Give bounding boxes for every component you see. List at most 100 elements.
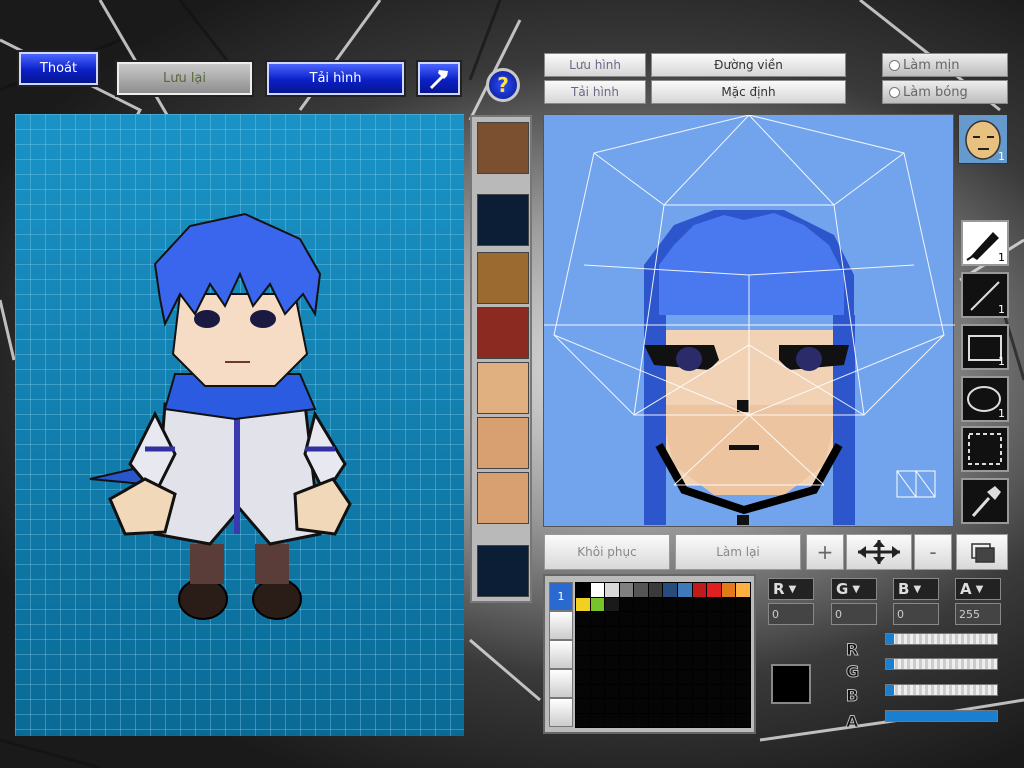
palette-swatch[interactable] xyxy=(736,670,750,684)
alpha-value-field[interactable]: 255 xyxy=(955,603,1001,625)
palette-swatch[interactable] xyxy=(736,612,750,626)
palette-swatch[interactable] xyxy=(590,670,605,684)
palette-swatch[interactable] xyxy=(663,699,678,713)
eyedropper-tool[interactable] xyxy=(961,478,1009,524)
palette-swatch[interactable] xyxy=(648,583,663,597)
palette-swatch[interactable] xyxy=(590,655,605,669)
palette-swatch[interactable] xyxy=(736,713,750,727)
palette-swatch[interactable] xyxy=(736,583,750,597)
zoom-in-button[interactable]: + xyxy=(806,534,844,570)
red-channel-dropdown[interactable]: R ▼ xyxy=(768,578,814,600)
palette-swatch[interactable] xyxy=(590,713,605,727)
palette-swatch[interactable] xyxy=(678,699,692,713)
palette-swatch[interactable] xyxy=(605,612,619,626)
palette-swatch[interactable] xyxy=(619,655,634,669)
palette-swatch[interactable] xyxy=(692,597,707,611)
palette-swatch[interactable] xyxy=(707,655,721,669)
palette-swatch[interactable] xyxy=(648,597,663,611)
palette-swatch[interactable] xyxy=(634,597,648,611)
palette-swatch[interactable] xyxy=(663,612,678,626)
part-slot-hat[interactable] xyxy=(477,252,529,304)
palette-swatch[interactable] xyxy=(619,597,634,611)
default-tab[interactable]: Mặc định xyxy=(651,80,846,104)
part-slot-empty[interactable] xyxy=(477,194,529,246)
palette-swatch[interactable] xyxy=(648,670,663,684)
palette-swatch[interactable] xyxy=(707,699,721,713)
palette-swatch[interactable] xyxy=(605,626,619,640)
texture-editor-canvas[interactable] xyxy=(543,114,955,527)
save-button[interactable]: Lưu lại xyxy=(115,60,254,97)
palette-swatch[interactable] xyxy=(692,626,707,640)
pen-tool[interactable]: 1 xyxy=(961,220,1009,266)
palette-swatch[interactable] xyxy=(605,583,619,597)
load-image-tab[interactable]: Tải hình xyxy=(544,80,646,104)
palette-swatch[interactable] xyxy=(663,597,678,611)
palette-swatch[interactable] xyxy=(634,641,648,655)
palette-tab-5[interactable] xyxy=(549,698,573,727)
palette-swatch[interactable] xyxy=(692,641,707,655)
part-slot-face-sad[interactable] xyxy=(477,362,529,414)
red-slider[interactable] xyxy=(885,633,998,645)
palette-swatch[interactable] xyxy=(736,626,750,640)
palette-swatch[interactable] xyxy=(590,626,605,640)
zoom-out-button[interactable]: - xyxy=(914,534,952,570)
palette-swatch[interactable] xyxy=(576,684,590,698)
palette-tab-4[interactable] xyxy=(549,669,573,698)
smooth-option[interactable]: Làm mịn xyxy=(882,53,1008,77)
palette-swatch[interactable] xyxy=(634,670,648,684)
palette-swatch[interactable] xyxy=(590,641,605,655)
palette-swatch[interactable] xyxy=(590,699,605,713)
palette-swatch[interactable] xyxy=(678,583,692,597)
red-value-field[interactable]: 0 xyxy=(768,603,814,625)
palette-swatch[interactable] xyxy=(634,655,648,669)
exit-button[interactable]: Thoát xyxy=(17,50,100,87)
palette-swatch[interactable] xyxy=(605,655,619,669)
help-button[interactable]: ? xyxy=(486,68,520,102)
save-image-tab[interactable]: Lưu hình xyxy=(544,53,646,77)
palette-swatch[interactable] xyxy=(590,583,605,597)
palette-swatch[interactable] xyxy=(663,583,678,597)
layer-button[interactable] xyxy=(956,534,1008,570)
palette-swatch[interactable] xyxy=(721,699,736,713)
palette-swatch[interactable] xyxy=(721,612,736,626)
palette-swatch[interactable] xyxy=(678,597,692,611)
blue-value-field[interactable]: 0 xyxy=(893,603,939,625)
palette-swatch[interactable] xyxy=(576,597,590,611)
green-slider[interactable] xyxy=(885,658,998,670)
palette-swatch[interactable] xyxy=(663,670,678,684)
palette-swatch[interactable] xyxy=(721,583,736,597)
palette-swatch[interactable] xyxy=(678,684,692,698)
palette-swatch[interactable] xyxy=(707,713,721,727)
part-slot-empty-bottom[interactable] xyxy=(477,545,529,597)
palette-swatch[interactable] xyxy=(663,684,678,698)
palette-swatch[interactable] xyxy=(721,597,736,611)
palette-swatch[interactable] xyxy=(707,626,721,640)
palette-swatch[interactable] xyxy=(634,684,648,698)
palette-swatch[interactable] xyxy=(590,612,605,626)
palette-swatch[interactable] xyxy=(576,655,590,669)
palette-swatch[interactable] xyxy=(605,684,619,698)
palette-swatch[interactable] xyxy=(678,641,692,655)
palette-swatch[interactable] xyxy=(619,684,634,698)
palette-swatch[interactable] xyxy=(619,670,634,684)
load-image-button[interactable]: Tải hình xyxy=(265,60,406,97)
palette-tab-1[interactable]: 1 xyxy=(549,582,573,611)
palette-swatch[interactable] xyxy=(619,713,634,727)
palette-swatch[interactable] xyxy=(648,626,663,640)
move-button[interactable] xyxy=(846,534,912,570)
line-tool[interactable]: 1 xyxy=(961,272,1009,318)
outline-tab[interactable]: Đường viền xyxy=(651,53,846,77)
palette-swatch[interactable] xyxy=(576,713,590,727)
palette-swatch[interactable] xyxy=(619,612,634,626)
palette-swatch[interactable] xyxy=(692,670,707,684)
palette-swatch[interactable] xyxy=(605,597,619,611)
palette-swatch[interactable] xyxy=(736,655,750,669)
palette-swatch[interactable] xyxy=(634,713,648,727)
palette-swatch[interactable] xyxy=(648,655,663,669)
palette-swatch[interactable] xyxy=(692,684,707,698)
part-slot-face-plain[interactable] xyxy=(477,417,529,469)
palette-swatch[interactable] xyxy=(678,670,692,684)
palette-swatch[interactable] xyxy=(634,583,648,597)
palette-swatch[interactable] xyxy=(707,670,721,684)
part-slot-face-neutral[interactable] xyxy=(477,472,529,524)
